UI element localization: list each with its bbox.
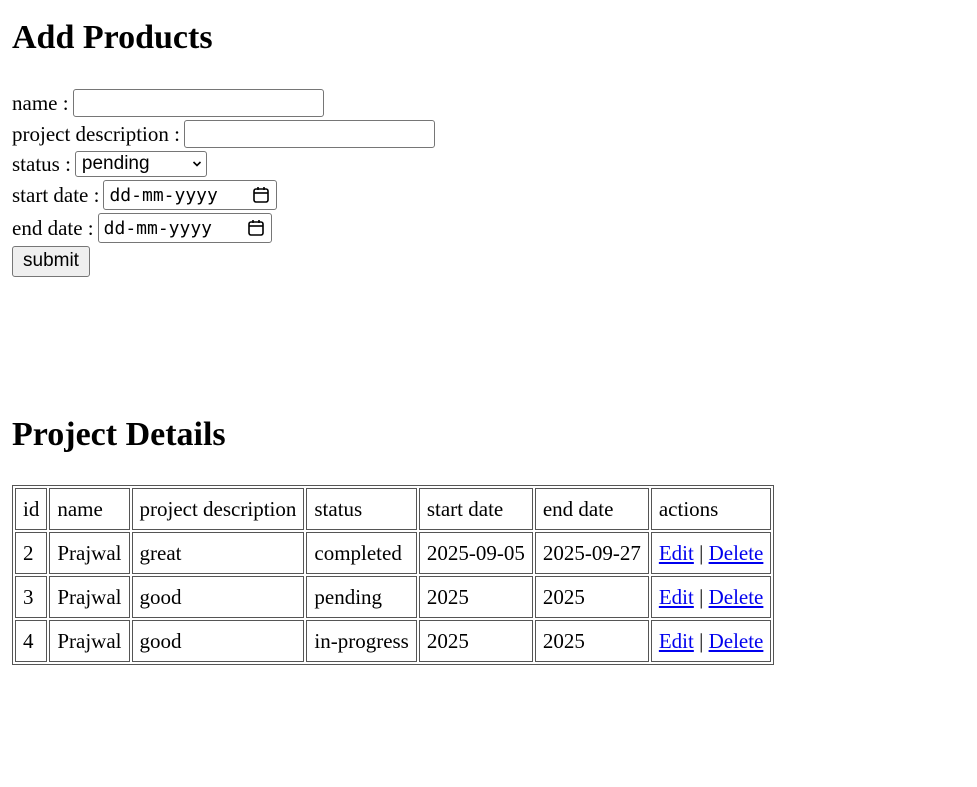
- cell-start-date: 2025: [418, 620, 533, 662]
- delete-link[interactable]: Delete: [709, 541, 764, 565]
- delete-link[interactable]: Delete: [709, 629, 764, 653]
- chevron-down-icon: [192, 161, 201, 167]
- action-separator: |: [699, 628, 704, 653]
- table-row: 4 Prajwal good in-progress 2025 2025 Edi…: [15, 620, 772, 662]
- header-status: status: [306, 488, 417, 530]
- description-label: project description :: [12, 121, 180, 146]
- start-date-input[interactable]: dd-mm-yyyy: [103, 180, 278, 210]
- status-selected-value: pending: [81, 153, 150, 174]
- calendar-icon[interactable]: [252, 186, 270, 204]
- status-select[interactable]: pending: [74, 151, 207, 177]
- edit-link[interactable]: Edit: [659, 585, 694, 609]
- cell-status: pending: [306, 576, 417, 618]
- project-details-title: Project Details: [12, 416, 226, 453]
- start-date-placeholder: dd-mm-yyyy: [109, 184, 218, 206]
- header-id: id: [15, 488, 48, 530]
- cell-name: Prajwal: [49, 620, 130, 662]
- cell-end-date: 2025: [534, 620, 649, 662]
- start-date-row: start date : dd-mm-yyyy: [12, 179, 435, 211]
- cell-id: 2: [15, 532, 48, 574]
- submit-button[interactable]: submit: [12, 245, 90, 277]
- table-header-row: id name project description status start…: [15, 488, 772, 530]
- delete-link[interactable]: Delete: [709, 585, 764, 609]
- cell-end-date: 2025: [534, 576, 649, 618]
- description-input[interactable]: [183, 120, 435, 148]
- action-separator: |: [699, 584, 704, 609]
- cell-description: good: [131, 576, 305, 618]
- header-description: project description: [131, 488, 305, 530]
- submit-row: submit: [12, 245, 435, 277]
- cell-description: good: [131, 620, 305, 662]
- cell-actions: Edit | Delete: [650, 576, 772, 618]
- end-date-label: end date :: [12, 215, 94, 240]
- add-product-form: name : project description : status : pe…: [12, 88, 435, 278]
- name-label: name :: [12, 90, 69, 115]
- status-label: status :: [12, 151, 71, 176]
- cell-actions: Edit | Delete: [650, 532, 772, 574]
- description-row: project description :: [12, 119, 435, 149]
- cell-id: 3: [15, 576, 48, 618]
- cell-start-date: 2025: [418, 576, 533, 618]
- name-row: name :: [12, 88, 435, 118]
- action-separator: |: [699, 540, 704, 565]
- cell-id: 4: [15, 620, 48, 662]
- start-date-label: start date :: [12, 182, 100, 207]
- end-date-row: end date : dd-mm-yyyy: [12, 212, 435, 244]
- header-start-date: start date: [418, 488, 533, 530]
- end-date-input[interactable]: dd-mm-yyyy: [97, 213, 272, 243]
- cell-status: completed: [306, 532, 417, 574]
- edit-link[interactable]: Edit: [659, 629, 694, 653]
- project-details-table: id name project description status start…: [12, 485, 775, 665]
- end-date-placeholder: dd-mm-yyyy: [103, 217, 213, 239]
- edit-link[interactable]: Edit: [659, 541, 694, 565]
- cell-name: Prajwal: [49, 576, 130, 618]
- status-row: status : pending: [12, 150, 435, 178]
- cell-actions: Edit | Delete: [650, 620, 772, 662]
- cell-description: great: [131, 532, 305, 574]
- calendar-icon[interactable]: [247, 219, 265, 237]
- table-row: 2 Prajwal great completed 2025-09-05 202…: [15, 532, 772, 574]
- cell-start-date: 2025-09-05: [418, 532, 533, 574]
- table-row: 3 Prajwal good pending 2025 2025 Edit | …: [15, 576, 772, 618]
- cell-name: Prajwal: [49, 532, 130, 574]
- cell-status: in-progress: [306, 620, 417, 662]
- header-end-date: end date: [534, 488, 649, 530]
- cell-end-date: 2025-09-27: [534, 532, 649, 574]
- header-name: name: [49, 488, 130, 530]
- header-actions: actions: [650, 488, 772, 530]
- add-products-title: Add Products: [12, 19, 213, 56]
- name-input[interactable]: [72, 89, 324, 117]
